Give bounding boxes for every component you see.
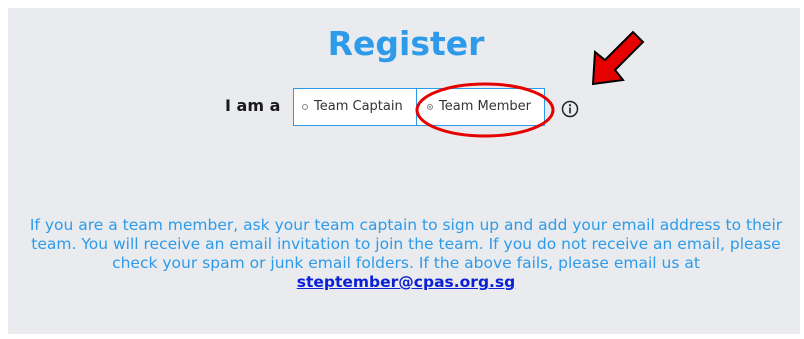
help-text: If you are a team member, ask your team … xyxy=(29,216,783,272)
radio-team-member[interactable] xyxy=(427,104,433,110)
role-option-label: Team Member xyxy=(439,99,531,114)
role-option-label: Team Captain xyxy=(314,99,403,114)
role-label: I am a xyxy=(225,96,281,115)
radio-team-captain[interactable] xyxy=(302,104,308,110)
contact-email-link[interactable]: steptember@cpas.org.sg xyxy=(297,273,516,291)
role-divider xyxy=(416,89,417,125)
role-selector: Team Captain Team Member xyxy=(293,88,545,126)
page-title: Register xyxy=(327,24,485,63)
help-message: If you are a team member, ask your team … xyxy=(28,216,784,292)
role-option-team-captain[interactable]: Team Captain xyxy=(302,98,403,116)
info-icon[interactable] xyxy=(561,100,579,118)
role-option-team-member[interactable]: Team Member xyxy=(427,98,531,116)
